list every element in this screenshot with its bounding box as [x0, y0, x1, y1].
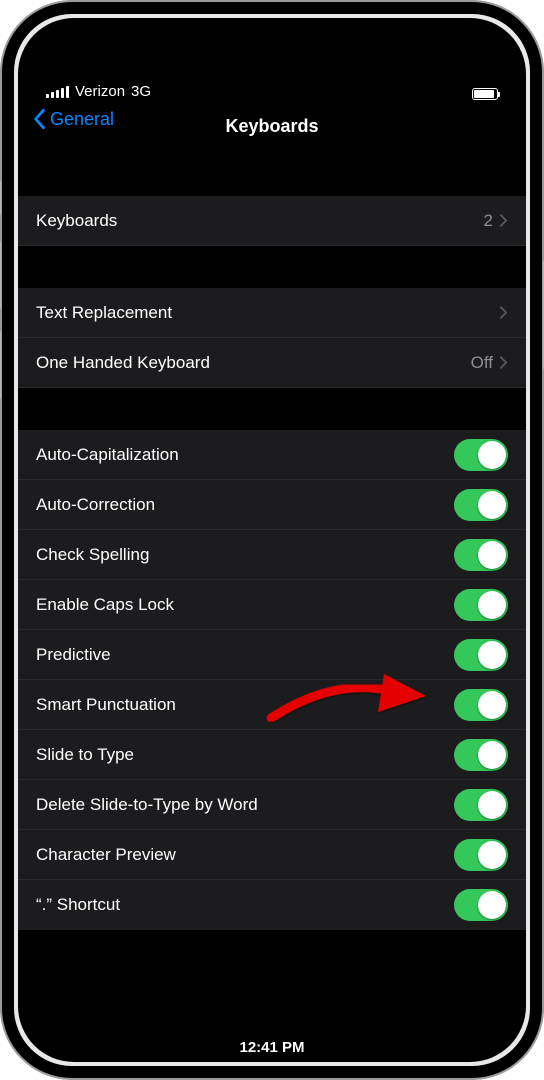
character-preview-toggle[interactable]	[454, 839, 508, 871]
smart-punctuation-toggle[interactable]	[454, 689, 508, 721]
back-label: General	[50, 109, 114, 130]
slide-to-type-row: Slide to Type	[18, 730, 526, 780]
smart-punctuation-row: Smart Punctuation	[18, 680, 526, 730]
chevron-right-icon	[499, 305, 508, 320]
auto-capitalization-row: Auto-Capitalization	[18, 430, 526, 480]
cell-label: Smart Punctuation	[36, 695, 454, 715]
cell-label: Predictive	[36, 645, 454, 665]
auto-correction-row: Auto-Correction	[18, 480, 526, 530]
cell-label: One Handed Keyboard	[36, 353, 471, 373]
check-spelling-toggle[interactable]	[454, 539, 508, 571]
check-spelling-row: Check Spelling	[18, 530, 526, 580]
enable-caps-lock-toggle[interactable]	[454, 589, 508, 621]
delete-slide-to-type-row: Delete Slide-to-Type by Word	[18, 780, 526, 830]
chevron-left-icon	[32, 108, 46, 130]
cell-label: Slide to Type	[36, 745, 454, 765]
delete-slide-to-type-toggle[interactable]	[454, 789, 508, 821]
slide-to-type-toggle[interactable]	[454, 739, 508, 771]
cell-label: Auto-Capitalization	[36, 445, 454, 465]
volume-down-button	[0, 330, 1, 400]
chevron-right-icon	[499, 213, 508, 228]
cell-label: Text Replacement	[36, 303, 499, 323]
device-frame: Verizon 3G 12:41 PM General Keyboards Ke…	[0, 0, 544, 1080]
cell-label: Enable Caps Lock	[36, 595, 454, 615]
cell-label: Delete Slide-to-Type by Word	[36, 795, 454, 815]
cell-label: Check Spelling	[36, 545, 454, 565]
one-handed-keyboard-row[interactable]: One Handed Keyboard Off	[18, 338, 526, 388]
page-title: Keyboards	[225, 116, 318, 137]
predictive-toggle[interactable]	[454, 639, 508, 671]
enable-caps-lock-row: Enable Caps Lock	[18, 580, 526, 630]
predictive-row: Predictive	[18, 630, 526, 680]
auto-correction-toggle[interactable]	[454, 489, 508, 521]
status-bar: Verizon 3G 12:41 PM	[18, 18, 526, 106]
cell-label: Keyboards	[36, 211, 484, 231]
settings-content[interactable]: Keyboards 2 Text Replacement One Handed …	[18, 154, 526, 1062]
auto-capitalization-toggle[interactable]	[454, 439, 508, 471]
cell-label: “.” Shortcut	[36, 895, 454, 915]
mute-switch	[0, 180, 1, 216]
screen: Verizon 3G 12:41 PM General Keyboards Ke…	[18, 18, 526, 1062]
character-preview-row: Character Preview	[18, 830, 526, 880]
period-shortcut-toggle[interactable]	[454, 889, 508, 921]
cell-value: 2	[484, 211, 493, 231]
carrier-label: Verizon	[75, 83, 125, 100]
back-button[interactable]: General	[32, 108, 114, 130]
keyboards-row[interactable]: Keyboards 2	[18, 196, 526, 246]
signal-icon	[46, 86, 69, 98]
battery-icon	[472, 88, 498, 100]
period-shortcut-row: “.” Shortcut	[18, 880, 526, 930]
text-replacement-row[interactable]: Text Replacement	[18, 288, 526, 338]
cell-label: Auto-Correction	[36, 495, 454, 515]
chevron-right-icon	[499, 355, 508, 370]
volume-up-button	[0, 240, 1, 310]
network-label: 3G	[131, 83, 151, 100]
cell-value: Off	[471, 353, 493, 373]
nav-bar: General Keyboards	[18, 106, 526, 154]
clock: 12:41 PM	[239, 1039, 304, 1056]
cell-label: Character Preview	[36, 845, 454, 865]
